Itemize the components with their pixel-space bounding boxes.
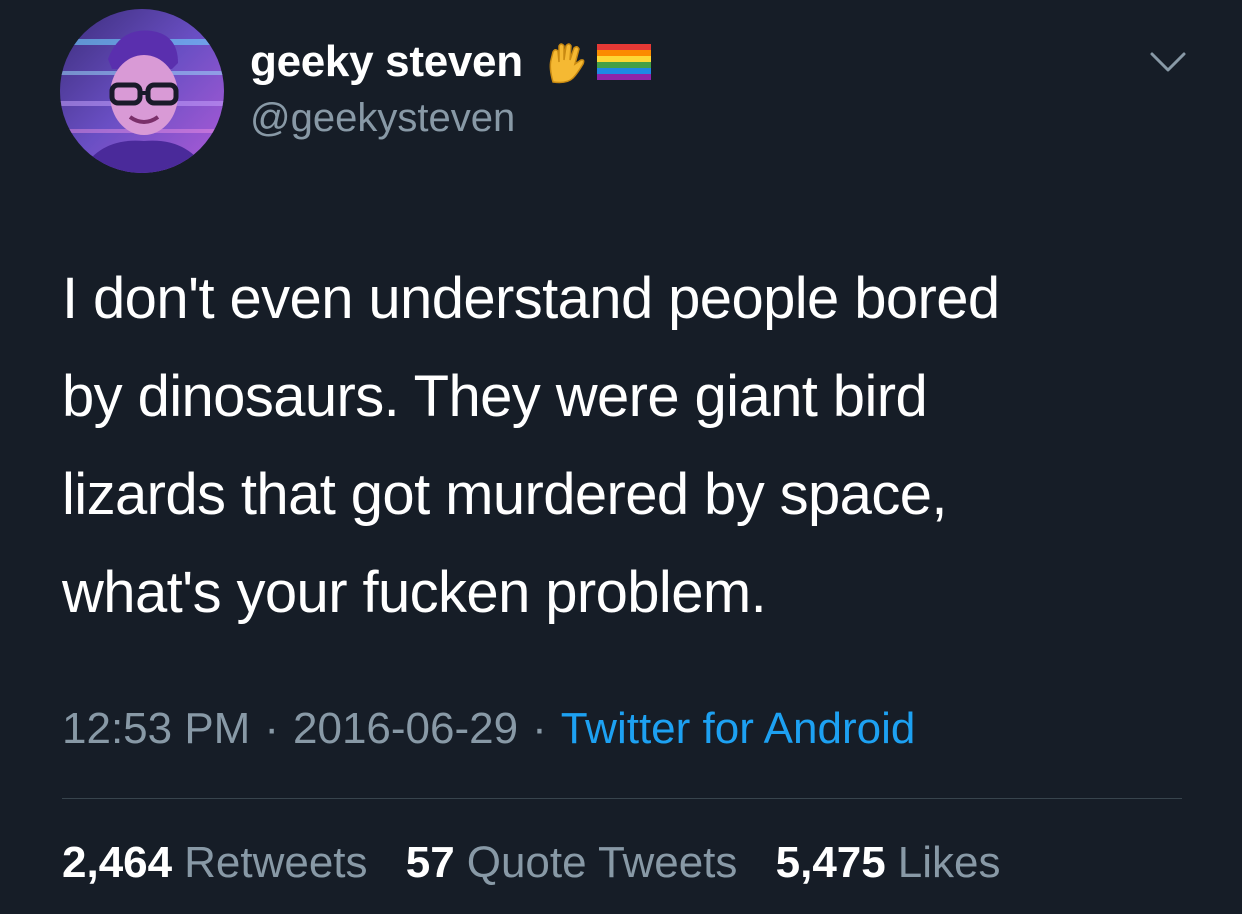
tweet-text-line: by dinosaurs. They were giant bird (62, 364, 928, 429)
quote-tweets-stat[interactable]: 57 Quote Tweets (406, 838, 738, 887)
likes-stat[interactable]: 5,475 Likes (776, 838, 1001, 887)
likes-count: 5,475 (775, 838, 886, 887)
meta-separator: · (264, 704, 279, 753)
tweet-text-line: I don't even understand people bored (62, 266, 1000, 331)
rainbow-flag-emoji (596, 42, 651, 82)
vulcan-salute-emoji (541, 38, 589, 86)
tweet-text-line: what's your fucken problem. (62, 560, 767, 625)
handle[interactable]: @geekysteven (250, 96, 515, 141)
tweet-time[interactable]: 12:53 PM (62, 704, 250, 753)
tweet-text: I don't even understand people bored by … (62, 250, 1212, 642)
tweet-meta: 12:53 PM · 2016-06-29 · Twitter for Android (62, 704, 915, 754)
retweets-count: 2,464 (62, 838, 173, 887)
retweets-label: Retweets (184, 838, 368, 887)
quote-tweets-count: 57 (405, 838, 455, 887)
divider (62, 798, 1182, 799)
chevron-down-icon[interactable] (1146, 44, 1190, 80)
quote-tweets-label: Quote Tweets (466, 838, 738, 887)
retweets-stat[interactable]: 2,464 Retweets (62, 838, 368, 887)
tweet-text-line: lizards that got murdered by space, (62, 462, 948, 527)
likes-label: Likes (897, 838, 1001, 887)
meta-separator: · (532, 704, 547, 753)
author-name-row[interactable]: geeky steven (250, 34, 651, 90)
avatar[interactable] (60, 9, 224, 173)
tweet-source-link[interactable]: Twitter for Android (561, 704, 916, 753)
avatar-image (60, 9, 224, 173)
tweet-date[interactable]: 2016-06-29 (293, 704, 518, 753)
display-name[interactable]: geeky steven (250, 37, 523, 87)
tweet-stats: 2,464 Retweets 57 Quote Tweets 5,475 Likes (62, 838, 1026, 888)
